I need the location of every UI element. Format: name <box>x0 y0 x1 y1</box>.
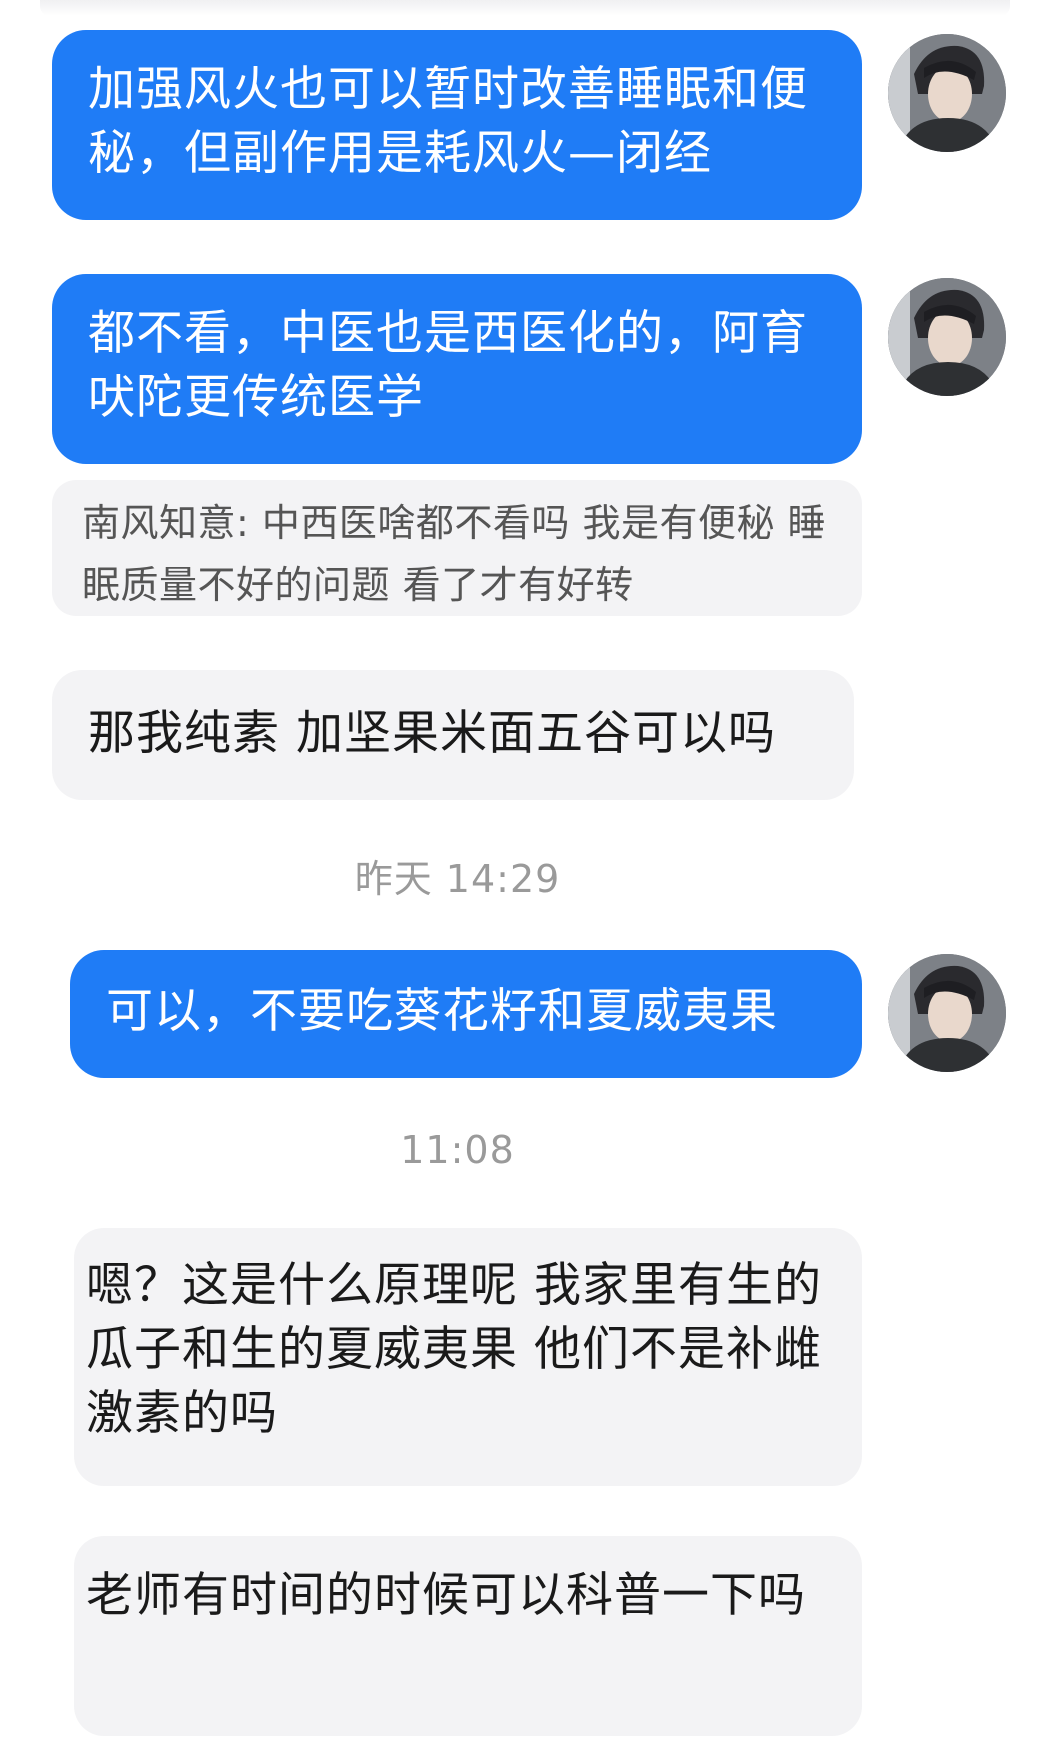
my-message-bubble[interactable]: 都不看，中医也是西医化的，阿育吠陀更传统医学 <box>52 274 862 464</box>
quoted-message[interactable]: 南风知意: 中西医啥都不看吗 我是有便秘 睡眠质量不好的问题 看了才有好转 <box>52 480 862 616</box>
top-edge <box>40 0 1010 16</box>
timestamp: 昨天 14:29 <box>354 857 561 901</box>
their-message-bubble[interactable]: 那我纯素 加坚果米面五谷可以吗 <box>52 670 854 800</box>
my-message-bubble[interactable]: 加强风火也可以暂时改善睡眠和便秘，但副作用是耗风火—闭经 <box>52 30 862 220</box>
user-avatar-icon[interactable] <box>888 954 1006 1072</box>
user-avatar-icon[interactable] <box>888 34 1006 152</box>
their-message-bubble[interactable]: 老师有时间的时候可以科普一下吗 <box>74 1536 862 1736</box>
chat-view: 加强风火也可以暂时改善睡眠和便秘，但副作用是耗风火—闭经 都不看，中医也是西医化… <box>0 0 1055 1739</box>
timestamp: 11:08 <box>400 1128 515 1172</box>
my-message-bubble[interactable]: 可以，不要吃葵花籽和夏威夷果 <box>70 950 862 1078</box>
their-message-bubble[interactable]: 嗯？这是什么原理呢 我家里有生的瓜子和生的夏威夷果 他们不是补雌激素的吗 <box>74 1228 862 1486</box>
user-avatar-icon[interactable] <box>888 278 1006 396</box>
